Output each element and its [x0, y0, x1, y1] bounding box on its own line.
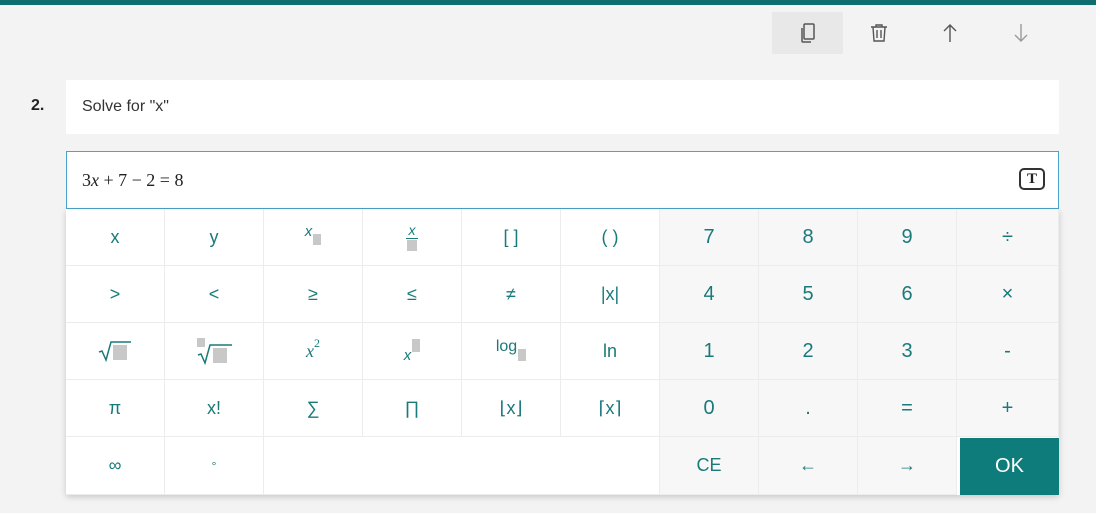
trash-icon [870, 24, 887, 42]
key-2[interactable]: 2 [759, 323, 858, 380]
move-down-button[interactable] [985, 12, 1056, 54]
key-infinity[interactable]: ∞ [66, 437, 165, 495]
move-up-button[interactable] [914, 12, 985, 54]
key-6[interactable]: 6 [858, 266, 957, 323]
copy-question-button[interactable] [772, 12, 843, 54]
key-7[interactable]: 7 [660, 209, 759, 266]
key-x[interactable]: x [66, 209, 165, 266]
key-0[interactable]: 0 [660, 380, 759, 437]
key-floor[interactable]: ⌊x⌋ [462, 380, 561, 437]
arrow-down-icon [1014, 24, 1027, 42]
key-plus[interactable]: + [957, 380, 1059, 437]
key-square-root[interactable] [66, 323, 165, 380]
placeholder-box [407, 240, 417, 251]
key-absolute[interactable]: |x| [561, 266, 660, 323]
key-3[interactable]: 3 [858, 323, 957, 380]
key-minus[interactable]: - [957, 323, 1059, 380]
top-accent-bar [0, 0, 1096, 5]
key-less-equal[interactable]: ≤ [363, 266, 462, 323]
placeholder-box [412, 338, 421, 352]
key-degree[interactable]: ° [165, 437, 264, 495]
placeholder-box [313, 233, 322, 245]
key-4[interactable]: 4 [660, 266, 759, 323]
key-log[interactable]: log [462, 323, 561, 380]
key-nth-root[interactable] [165, 323, 264, 380]
keypad-empty-area [264, 437, 660, 495]
key-decimal-point[interactable]: . [759, 380, 858, 437]
key-less-than[interactable]: < [165, 266, 264, 323]
key-summation[interactable]: ∑ [264, 380, 363, 437]
placeholder-box [518, 349, 527, 361]
key-cursor-right[interactable]: → [858, 437, 957, 495]
key-not-equal[interactable]: ≠ [462, 266, 561, 323]
key-y[interactable]: y [165, 209, 264, 266]
key-5[interactable]: 5 [759, 266, 858, 323]
key-cursor-left[interactable]: ← [759, 437, 858, 495]
math-keypad: x y x x [ ] ( ) 7 8 9 ÷ > < ≥ ≤ ≠ |x| 4 … [66, 209, 1059, 495]
key-ln[interactable]: ln [561, 323, 660, 380]
key-fraction[interactable]: x [363, 209, 462, 266]
sqrt-icon [98, 341, 131, 362]
key-greater-equal[interactable]: ≥ [264, 266, 363, 323]
key-8[interactable]: 8 [759, 209, 858, 266]
key-parentheses[interactable]: ( ) [561, 209, 660, 266]
delete-question-button[interactable] [843, 12, 914, 54]
key-brackets[interactable]: [ ] [462, 209, 561, 266]
arrow-up-icon [943, 24, 956, 42]
key-power[interactable]: x [363, 323, 462, 380]
key-subscript[interactable]: x [264, 209, 363, 266]
key-pi[interactable]: π [66, 380, 165, 437]
key-divide[interactable]: ÷ [957, 209, 1059, 266]
key-9[interactable]: 9 [858, 209, 957, 266]
nth-root-icon [197, 338, 232, 365]
copy-icon [800, 23, 815, 43]
key-1[interactable]: 1 [660, 323, 759, 380]
text-mode-toggle-button[interactable]: T [1019, 168, 1045, 190]
key-equals[interactable]: = [858, 380, 957, 437]
key-ceiling[interactable]: ⌈x⌉ [561, 380, 660, 437]
key-clear-entry[interactable]: CE [660, 437, 759, 495]
question-toolbar [772, 12, 1056, 54]
key-factorial[interactable]: x! [165, 380, 264, 437]
answer-expression: 3x + 7 − 2 = 8 [82, 169, 184, 190]
key-greater-than[interactable]: > [66, 266, 165, 323]
question-title-field[interactable]: Solve for "x" [66, 80, 1059, 134]
key-square[interactable]: x2 [264, 323, 363, 380]
question-title-text: Solve for "x" [82, 98, 169, 115]
ok-button[interactable]: OK [960, 438, 1059, 495]
math-answer-input[interactable]: 3x + 7 − 2 = 8 T [66, 151, 1059, 209]
key-multiply[interactable]: × [957, 266, 1059, 323]
question-number: 2. [31, 97, 45, 114]
key-product[interactable]: ∏ [363, 380, 462, 437]
